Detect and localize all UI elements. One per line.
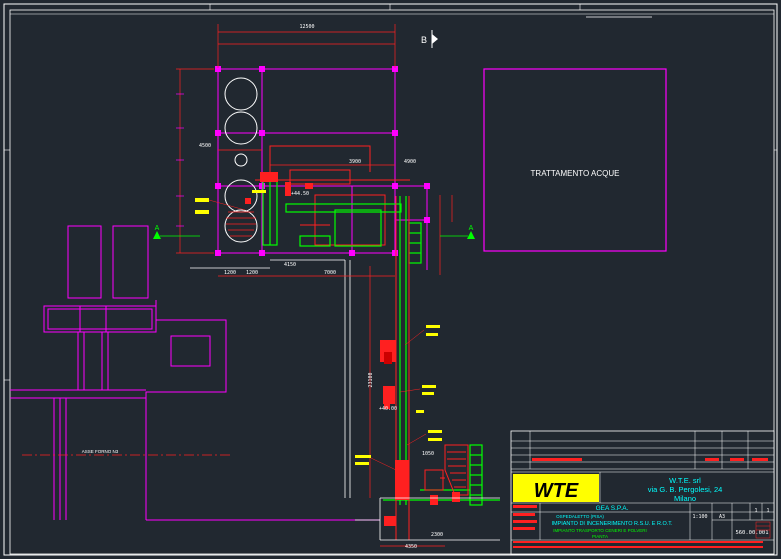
svg-text:1200: 1200 xyxy=(246,270,258,276)
section-marker-a-left: A xyxy=(153,225,200,239)
water-treatment-label: TRATTAMENTO ACQUE xyxy=(531,169,620,178)
section-marker-a-right: A xyxy=(440,225,475,239)
svg-text:4500: 4500 xyxy=(199,143,211,149)
svg-text:12500: 12500 xyxy=(299,24,314,30)
svg-text:4900: 4900 xyxy=(404,159,416,165)
svg-text:4350: 4350 xyxy=(405,544,417,550)
svg-text:3900: 3900 xyxy=(349,159,361,165)
silo-red-hatch xyxy=(226,211,256,237)
svg-text:4150: 4150 xyxy=(284,262,296,268)
svg-text:+40.00: +40.00 xyxy=(379,406,397,412)
plant-name: IMPIANTO DI INCENERIMENTO R.S.U. E R.O.T… xyxy=(551,521,673,527)
cad-drawing-canvas: TRATTAMENTO ACQUE ASSE FORNO N3 12500 12… xyxy=(3,3,778,556)
building-left-1 xyxy=(67,225,102,299)
wte-logo: WTE xyxy=(534,480,579,502)
svg-text:+44.50: +44.50 xyxy=(291,191,309,197)
section-marker-b: B xyxy=(421,30,438,48)
storage-silos xyxy=(224,77,258,243)
annotation-tags xyxy=(195,190,442,465)
svg-text:23100: 23100 xyxy=(368,372,374,387)
drawing-subject: IMPIANTO TRASPORTO CENERI E POLVERI xyxy=(553,528,647,533)
company-city: Milano xyxy=(674,494,696,503)
hospital-name: OSPEDALETTO (PISA) xyxy=(556,514,604,519)
title-block: WTE W.T.E. srl via G. B. Pergolesi, 24 M… xyxy=(510,430,775,555)
drawing-number: 560.00.001 xyxy=(735,530,768,536)
svg-text:2300: 2300 xyxy=(431,532,443,538)
svg-text:1200: 1200 xyxy=(224,270,236,276)
svg-text:A: A xyxy=(155,225,160,232)
svg-text:A: A xyxy=(469,225,474,232)
svg-text:7000: 7000 xyxy=(324,270,336,276)
structure-lines-white xyxy=(190,259,500,541)
svg-text:B: B xyxy=(421,35,427,45)
sheet-count: 1 xyxy=(766,508,769,514)
drawing-format: A3 xyxy=(719,514,725,520)
building-left-2 xyxy=(112,225,149,299)
svg-text:1050: 1050 xyxy=(422,451,434,457)
equipment-outline-red xyxy=(255,145,410,246)
company-address: via G. B. Pergolesi, 24 xyxy=(648,485,723,494)
furnace-axis-label: ASSE FORNO N3 xyxy=(82,449,119,454)
dimension-lines xyxy=(176,24,453,547)
water-treatment-building xyxy=(483,68,667,252)
sheet-number: 1 xyxy=(754,508,757,514)
company-name: W.T.E. srl xyxy=(669,476,701,485)
drawing-scale: 1:100 xyxy=(692,514,707,520)
client-name: GEA S.P.A. xyxy=(596,505,629,512)
conveyor-structure-left xyxy=(10,300,380,521)
drawing-view: PIANTA xyxy=(592,534,608,539)
